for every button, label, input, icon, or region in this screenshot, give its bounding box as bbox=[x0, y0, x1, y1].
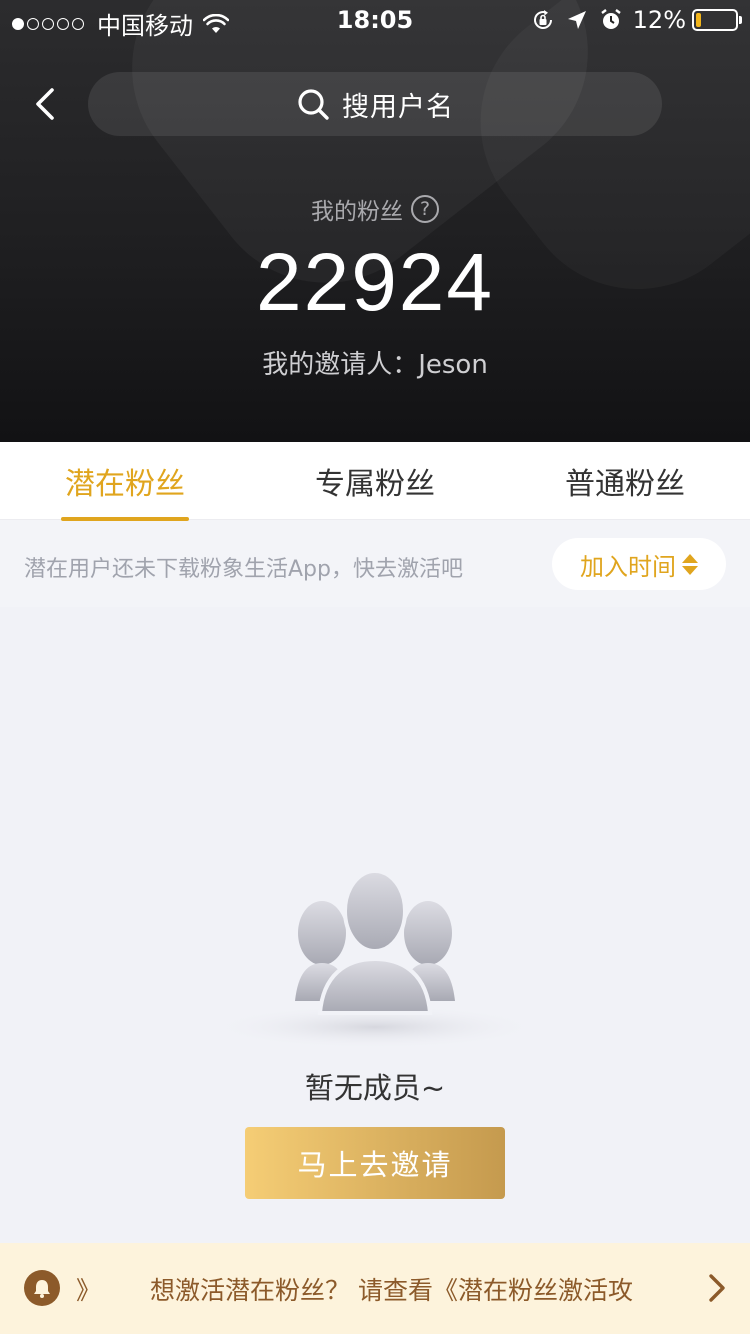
inviter-label: 我的邀请人： bbox=[262, 350, 419, 380]
tab-potential-fans[interactable]: 潜在粉丝 bbox=[0, 442, 250, 520]
chevron-right-icon[interactable] bbox=[708, 1273, 726, 1303]
tab-regular-fans[interactable]: 普通粉丝 bbox=[500, 442, 750, 520]
battery-level bbox=[696, 13, 701, 27]
bell-glyph bbox=[34, 1280, 50, 1298]
inviter: 我的邀请人：Jeson bbox=[0, 344, 750, 381]
fans-label: 我的粉丝 ? bbox=[0, 192, 750, 226]
invite-now-button[interactable]: 马上去邀请 bbox=[245, 1127, 505, 1199]
sort-down-arrow bbox=[682, 565, 698, 575]
fans-label-text: 我的粉丝 bbox=[311, 199, 403, 225]
inviter-name: Jeson bbox=[418, 350, 488, 380]
notice-tail: 》 bbox=[76, 1276, 102, 1305]
tab-exclusive-fans[interactable]: 专属粉丝 bbox=[250, 442, 500, 520]
alarm-icon bbox=[600, 9, 621, 29]
question-circle-icon[interactable]: ? bbox=[411, 195, 439, 223]
fans-tabs: 潜在粉丝 专属粉丝 普通粉丝 bbox=[0, 442, 750, 520]
status-right: 12% bbox=[531, 6, 742, 34]
search-placeholder: 搜用户名 bbox=[342, 91, 454, 123]
hint-text: 潜在用户还未下载粉象生活App，快去激活吧 bbox=[24, 557, 463, 582]
status-bar: 中国移动 18:05 12% bbox=[0, 0, 750, 40]
battery-percent: 12% bbox=[632, 6, 686, 34]
chevron-left-icon[interactable] bbox=[28, 82, 64, 126]
sort-arrows-icon bbox=[682, 553, 698, 575]
battery-icon bbox=[692, 9, 742, 31]
fans-count: 22924 bbox=[255, 237, 495, 328]
bell-icon bbox=[24, 1270, 60, 1306]
notice-bar[interactable]: 》 想激活潜在粉丝？ 请查看《潜在粉丝激活攻 bbox=[0, 1243, 750, 1334]
fans-page: 中国移动 18:05 12% 搜用户名 我的粉丝 ? 22924 我的邀请人：J… bbox=[0, 0, 750, 1334]
battery-nub bbox=[739, 16, 742, 24]
sort-by-join-time-button[interactable]: 加入时间 bbox=[552, 538, 726, 590]
group-users-icon bbox=[210, 869, 540, 1049]
location-icon bbox=[567, 11, 586, 29]
search-input[interactable]: 搜用户名 bbox=[88, 72, 662, 136]
search-icon bbox=[298, 89, 329, 120]
empty-message: 暂无成员~ bbox=[304, 1071, 446, 1105]
sort-label: 加入时间 bbox=[580, 552, 676, 581]
hint-bar: 潜在用户还未下载粉象生活App，快去激活吧 加入时间 bbox=[0, 521, 750, 607]
fans-header: 中国移动 18:05 12% 搜用户名 我的粉丝 ? 22924 我的邀请人：J… bbox=[0, 0, 750, 442]
rotation-lock-icon bbox=[533, 10, 552, 29]
sort-up-arrow bbox=[682, 553, 698, 563]
notice-text[interactable]: 想激活潜在粉丝？ 请查看《潜在粉丝激活攻 bbox=[150, 1271, 690, 1307]
fans-list-empty: 暂无成员~ 马上去邀请 bbox=[0, 607, 750, 1243]
